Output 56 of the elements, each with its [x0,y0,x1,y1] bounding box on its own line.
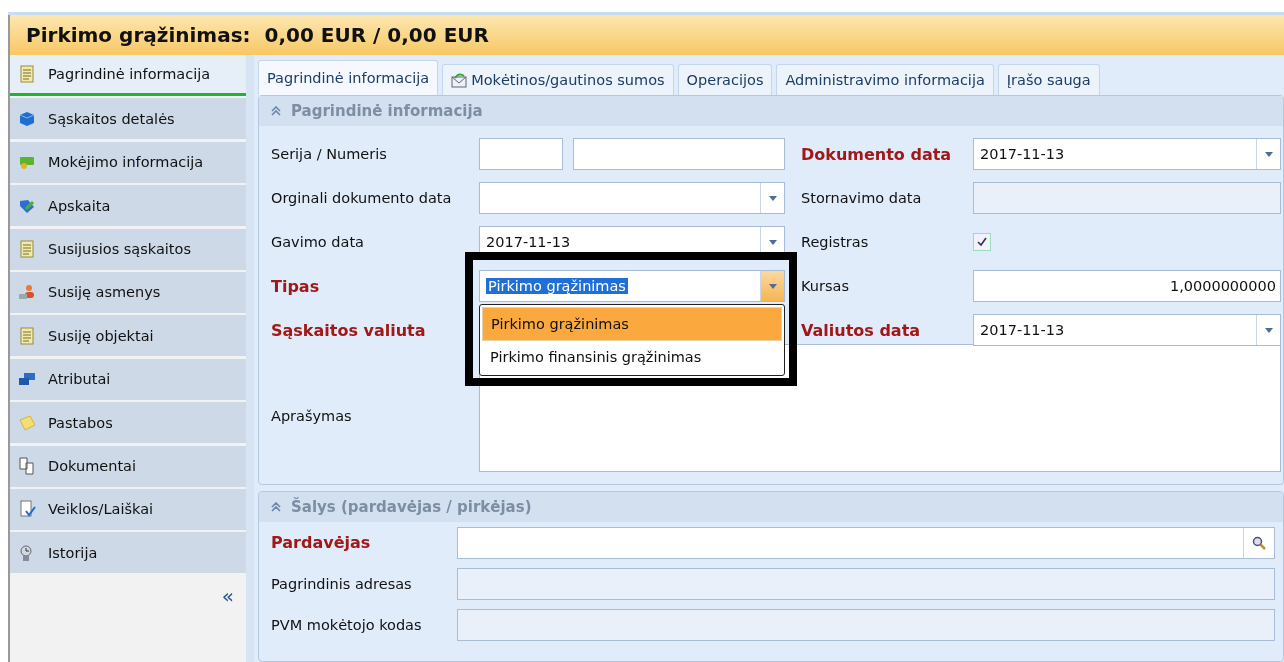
field-label: Kursas [800,278,850,294]
field-label: Registras [800,234,870,250]
field-label: PVM mokėtojo kodas [271,616,423,633]
document-icon [18,65,36,83]
document-icon [18,240,36,259]
person-icon [18,283,36,302]
checkmark-icon [977,237,987,247]
date-field[interactable]: 2017-11-13 [973,314,1281,346]
dropdown-field[interactable] [479,182,785,214]
document-icon [18,326,36,345]
checkbox[interactable] [973,233,991,251]
tab[interactable]: Pagrindinė informacija [258,60,439,95]
note-icon [18,413,36,432]
field-label: Aprašymas [271,408,353,424]
sidebar-item[interactable]: Susiję objektai [10,315,246,357]
window-title: Pirkimo grąžinimas: 0,00 EUR / 0,00 EUR [26,23,489,47]
sidebar-item[interactable]: Sąskaitos detalės [10,98,246,140]
field-label: Pagrindinis adresas [271,575,413,592]
dropdown-option[interactable]: Pirkimo grąžinimas [482,307,782,341]
field-label: Pardavėjas [271,533,372,552]
input-field[interactable] [573,138,785,170]
search-field[interactable] [457,526,1275,559]
sidebar-item[interactable]: Susijusios sąskaitos [10,228,246,270]
sidebar-item[interactable]: Dokumentai [10,445,246,487]
field-label: Sąskaitos valiuta [271,320,427,340]
sidebar-item[interactable]: Mokėjimo informacija [10,141,246,183]
date-field[interactable]: 2017-11-13 [973,138,1281,170]
sidebar-item[interactable]: Pastabos [10,402,246,444]
dropdown-option[interactable]: Pirkimo finansinis grąžinimas [482,341,782,373]
sidebar-item[interactable]: Pagrindinė informacija [10,55,246,96]
sidebar-item[interactable]: Apskaita [10,185,246,227]
dropdown-field[interactable]: Pirkimo grąžinimas [479,270,785,302]
collapse-button[interactable]: « [221,585,234,606]
input-field[interactable] [479,138,563,170]
envelope-icon [451,72,468,88]
field-label: Serija / Numeris [271,146,388,162]
field-label: Valiutos data [800,320,922,340]
cube-icon [18,109,36,128]
collapse-icon [271,106,281,116]
collapse-icon [271,502,281,512]
sidebar-item[interactable]: Atributai [10,358,246,400]
field-label: Tipas [271,276,321,296]
pages-icon [18,457,36,475]
field-label: Gavimo data [271,234,365,250]
tab[interactable]: Administravimo informacija [776,64,994,95]
field-label: Stornavimo data [800,190,923,206]
field-label: Orginali dokumento data [271,190,453,206]
checklist-icon [18,500,36,519]
tab[interactable]: Mokėtinos/gautinos sumos [442,64,674,95]
field-label: Dokumento data [800,144,953,164]
sidebar-item[interactable]: Istorija [10,532,246,574]
sidebar-item[interactable]: Veiklos/Laiškai [10,488,246,530]
input-field[interactable]: 1,0000000000 [973,270,1281,302]
sidebar-item[interactable]: Susiję asmenys [10,271,246,313]
tab[interactable]: Operacijos [677,64,773,95]
tab[interactable]: Įrašo sauga [997,64,1100,95]
